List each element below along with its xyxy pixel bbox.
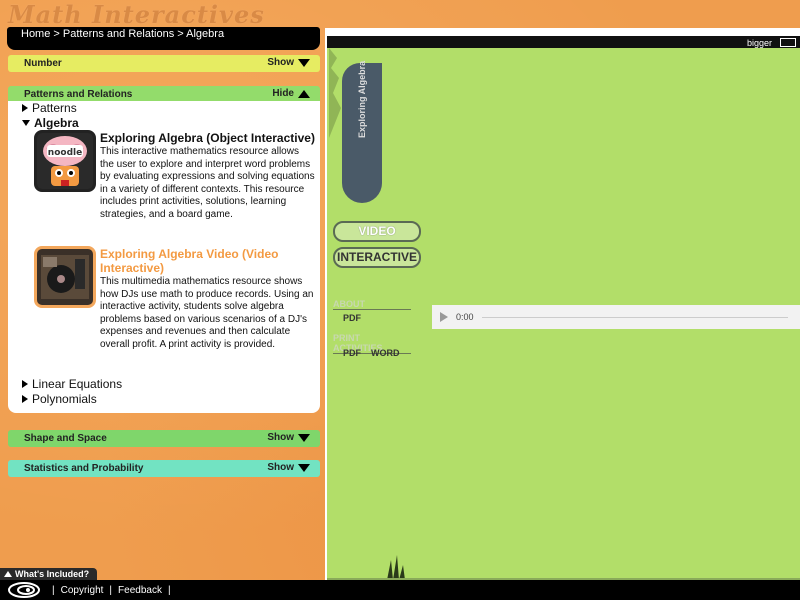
feedback-link[interactable]: Feedback xyxy=(118,585,162,596)
copyright-link[interactable]: Copyright xyxy=(61,585,104,596)
breadcrumb-patterns-relations[interactable]: Patterns and Relations xyxy=(63,28,174,40)
resource-title-video-interactive[interactable]: Exploring Algebra Video (Video Interacti… xyxy=(100,247,315,275)
whats-included-tab[interactable]: What's Included? xyxy=(0,568,97,580)
about-heading: ABOUT xyxy=(333,299,411,310)
tree-item-label: Polynomials xyxy=(32,392,97,406)
triangle-right-icon xyxy=(22,104,28,112)
tree-item-label: Linear Equations xyxy=(32,377,123,391)
tree-item-linear-equations[interactable]: Linear Equations xyxy=(22,377,122,391)
category-toggle[interactable]: Show xyxy=(267,432,310,443)
audio-progress-track[interactable] xyxy=(481,316,788,318)
toggle-label: Show xyxy=(267,462,294,473)
footer-separator: | xyxy=(52,584,55,596)
resource-thumbnail[interactable] xyxy=(34,246,96,308)
print-word-link[interactable]: WORD xyxy=(371,348,400,358)
play-icon[interactable] xyxy=(440,312,448,322)
footer-separator: | xyxy=(109,584,113,596)
category-label: Patterns and Relations xyxy=(24,89,133,100)
breadcrumb-algebra: Algebra xyxy=(186,28,225,40)
resource-title-object-interactive[interactable]: Exploring Algebra (Object Interactive) xyxy=(100,131,315,145)
footer: | Copyright | Feedback | xyxy=(0,580,800,600)
footer-separator: | xyxy=(167,584,171,596)
learnalberta-logo-icon[interactable] xyxy=(6,581,42,599)
triangle-right-icon xyxy=(22,395,28,403)
viewer-stage: Exploring Algebra VIDEO INTERACTIVE ABOU… xyxy=(327,48,800,580)
viewer-toolbar xyxy=(327,36,800,48)
category-label: Shape and Space xyxy=(24,433,107,444)
breadcrumb-separator: > xyxy=(53,28,60,40)
category-label: Number xyxy=(24,58,62,69)
toggle-label: Hide xyxy=(272,88,294,99)
category-label: Statistics and Probability xyxy=(24,463,144,474)
whats-included-label: What's Included? xyxy=(15,569,90,579)
category-toggle[interactable]: Show xyxy=(267,462,310,473)
resource-thumbnail[interactable]: noodle xyxy=(34,130,96,192)
print-pdf-link[interactable]: PDF xyxy=(343,348,361,358)
dj-turntable-icon xyxy=(37,249,93,305)
site-title: Math Interactives xyxy=(8,0,265,29)
triangle-down-icon xyxy=(22,120,30,126)
tree-item-patterns[interactable]: Patterns xyxy=(22,101,77,115)
video-button[interactable]: VIDEO xyxy=(333,221,421,242)
resource-tab-title: Exploring Algebra xyxy=(357,60,367,138)
tree-item-label: Patterns xyxy=(32,101,77,115)
category-toggle[interactable]: Show xyxy=(267,57,310,68)
resource-viewer: bigger Exploring Algebra VIDEO INTERACTI… xyxy=(325,28,800,580)
triangle-up-icon xyxy=(298,89,310,98)
breadcrumb-home[interactable]: Home xyxy=(21,28,50,40)
triangle-up-icon xyxy=(4,571,12,577)
about-pdf-link[interactable]: PDF xyxy=(343,313,361,323)
thumbnail-caption: noodle xyxy=(48,148,82,158)
tree-item-algebra[interactable]: Algebra xyxy=(22,116,79,130)
resource-tab: Exploring Algebra xyxy=(342,60,382,203)
category-statistics-probability[interactable]: Statistics and Probability Show xyxy=(8,460,320,477)
audio-time: 0:00 xyxy=(456,312,474,322)
toggle-label: Show xyxy=(267,57,294,68)
noodle-icon: noodle xyxy=(37,133,93,189)
resource-description: This multimedia mathematics resource sho… xyxy=(100,276,314,350)
category-toggle[interactable]: Hide xyxy=(272,88,310,99)
triangle-down-icon xyxy=(298,58,310,67)
expand-icon[interactable] xyxy=(780,38,796,47)
breadcrumb: Home > Patterns and Relations > Algebra xyxy=(7,27,320,50)
breadcrumb-separator: > xyxy=(177,28,184,40)
bigger-link[interactable]: bigger xyxy=(747,38,772,48)
toggle-label: Show xyxy=(267,432,294,443)
grass-decoration-icon xyxy=(327,555,800,580)
resource-description: This interactive mathematics resource al… xyxy=(100,146,315,220)
triangle-right-icon xyxy=(22,380,28,388)
category-number[interactable]: Number Show xyxy=(8,55,320,72)
triangle-down-icon xyxy=(298,433,310,442)
patterns-relations-panel: Patterns Algebra noodle Exploring Algebr… xyxy=(8,101,320,413)
triangle-down-icon xyxy=(298,463,310,472)
interactive-button[interactable]: INTERACTIVE xyxy=(333,247,421,268)
category-shape-space[interactable]: Shape and Space Show xyxy=(8,430,320,447)
audio-player[interactable]: 0:00 xyxy=(432,305,800,329)
footer-links: | Copyright | Feedback | xyxy=(52,585,171,596)
tree-item-polynomials[interactable]: Polynomials xyxy=(22,392,97,406)
tree-item-label: Algebra xyxy=(34,116,79,130)
